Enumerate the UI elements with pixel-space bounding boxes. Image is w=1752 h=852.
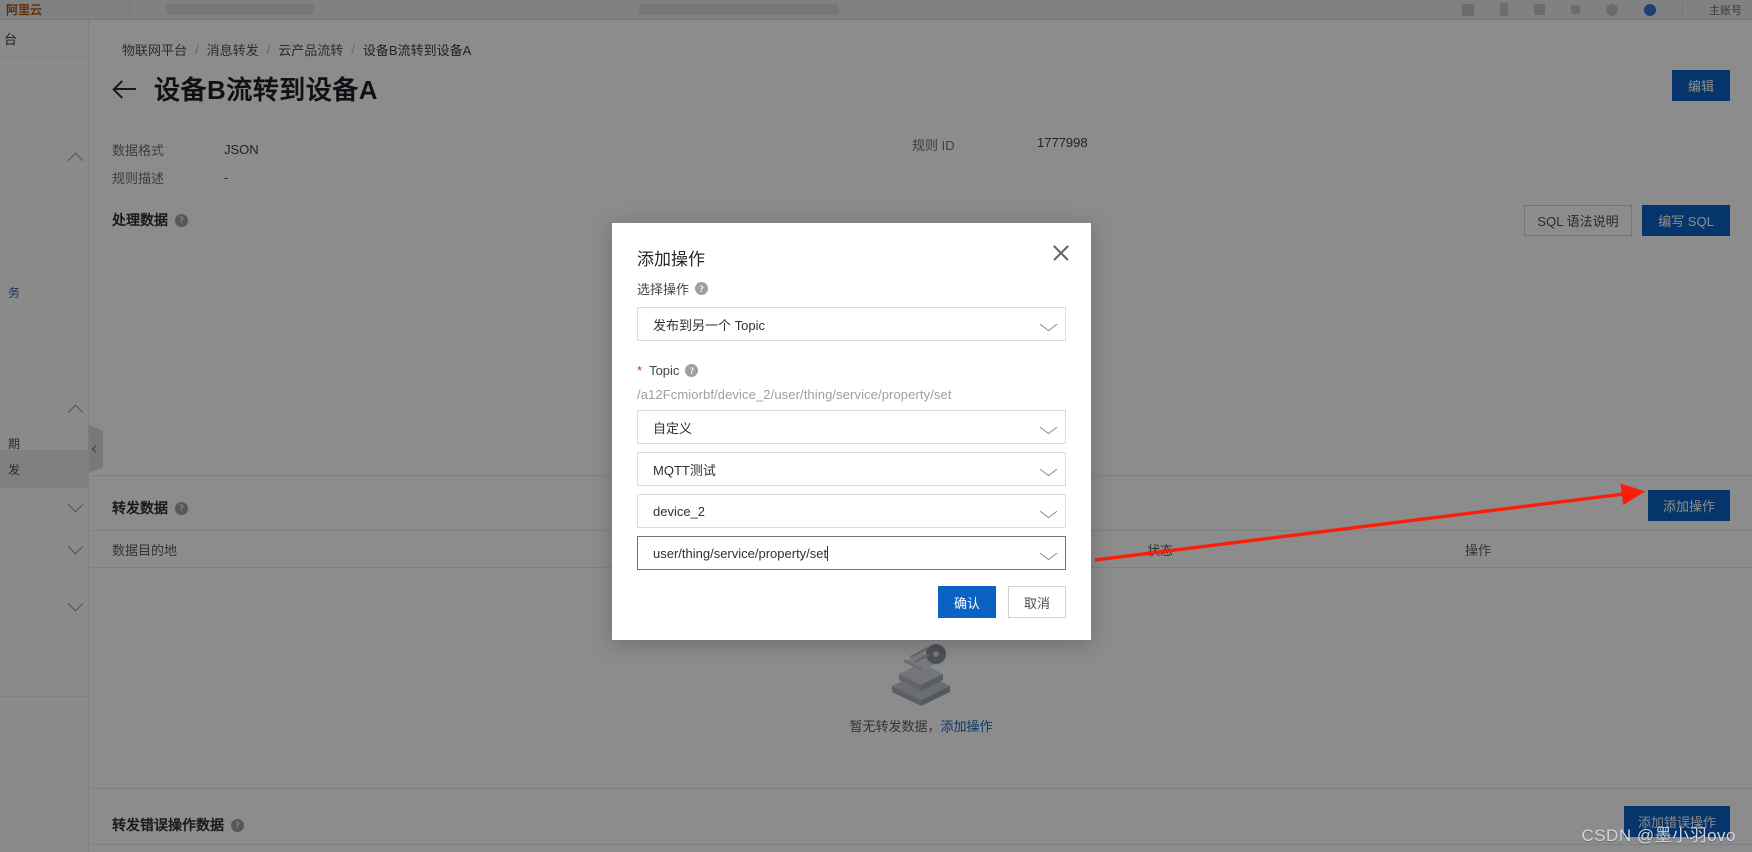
dialog-title: 添加操作 bbox=[637, 250, 705, 269]
operation-field-label: 选择操作 ? bbox=[637, 279, 1066, 298]
help-icon[interactable]: ? bbox=[695, 282, 709, 295]
topic-type-value: 自定义 bbox=[653, 420, 693, 436]
operation-select-value: 发布到另一个 Topic bbox=[653, 317, 765, 333]
text-cursor bbox=[827, 545, 829, 561]
chevron-down-icon bbox=[1039, 504, 1058, 519]
topic-suffix-value: user/thing/service/property/set bbox=[653, 545, 828, 561]
operation-select[interactable]: 发布到另一个 Topic bbox=[637, 307, 1066, 341]
chevron-down-icon bbox=[1039, 546, 1058, 561]
product-value: MQTT测试 bbox=[653, 462, 716, 478]
product-select[interactable]: MQTT测试 bbox=[637, 452, 1066, 486]
device-select[interactable]: device_2 bbox=[637, 494, 1066, 528]
confirm-button[interactable]: 确认 bbox=[938, 586, 996, 618]
close-icon[interactable] bbox=[1051, 243, 1071, 263]
device-value: device_2 bbox=[653, 503, 706, 519]
app-root: 阿里云 主账号 台 务 期 发 物联网平台 / 消息转发 / 云产品流转 / 设… bbox=[0, 0, 1752, 852]
watermark: CSDN @墨小羽ovo bbox=[1581, 826, 1736, 845]
required-mark: * bbox=[637, 363, 643, 378]
chevron-down-icon bbox=[1039, 462, 1058, 477]
topic-label-text: Topic bbox=[649, 363, 680, 378]
cancel-button[interactable]: 取消 bbox=[1008, 586, 1066, 618]
topic-suffix-input[interactable]: user/thing/service/property/set bbox=[637, 536, 1066, 570]
add-operation-dialog: 添加操作 选择操作 ? 发布到另一个 Topic * Topic ? /a12F… bbox=[612, 223, 1091, 640]
dialog-body: 选择操作 ? 发布到另一个 Topic * Topic ? /a12Fcmior… bbox=[637, 279, 1066, 570]
topic-preview-text: /a12Fcmiorbf/device_2/user/thing/service… bbox=[637, 387, 952, 402]
topic-field-label: * Topic ? bbox=[637, 363, 1066, 378]
help-icon[interactable]: ? bbox=[685, 364, 699, 377]
dialog-footer: 确认 取消 bbox=[938, 586, 1066, 618]
operation-label-text: 选择操作 bbox=[637, 282, 690, 297]
chevron-down-icon bbox=[1039, 317, 1058, 332]
chevron-down-icon bbox=[1039, 420, 1058, 435]
topic-type-select[interactable]: 自定义 bbox=[637, 410, 1066, 444]
